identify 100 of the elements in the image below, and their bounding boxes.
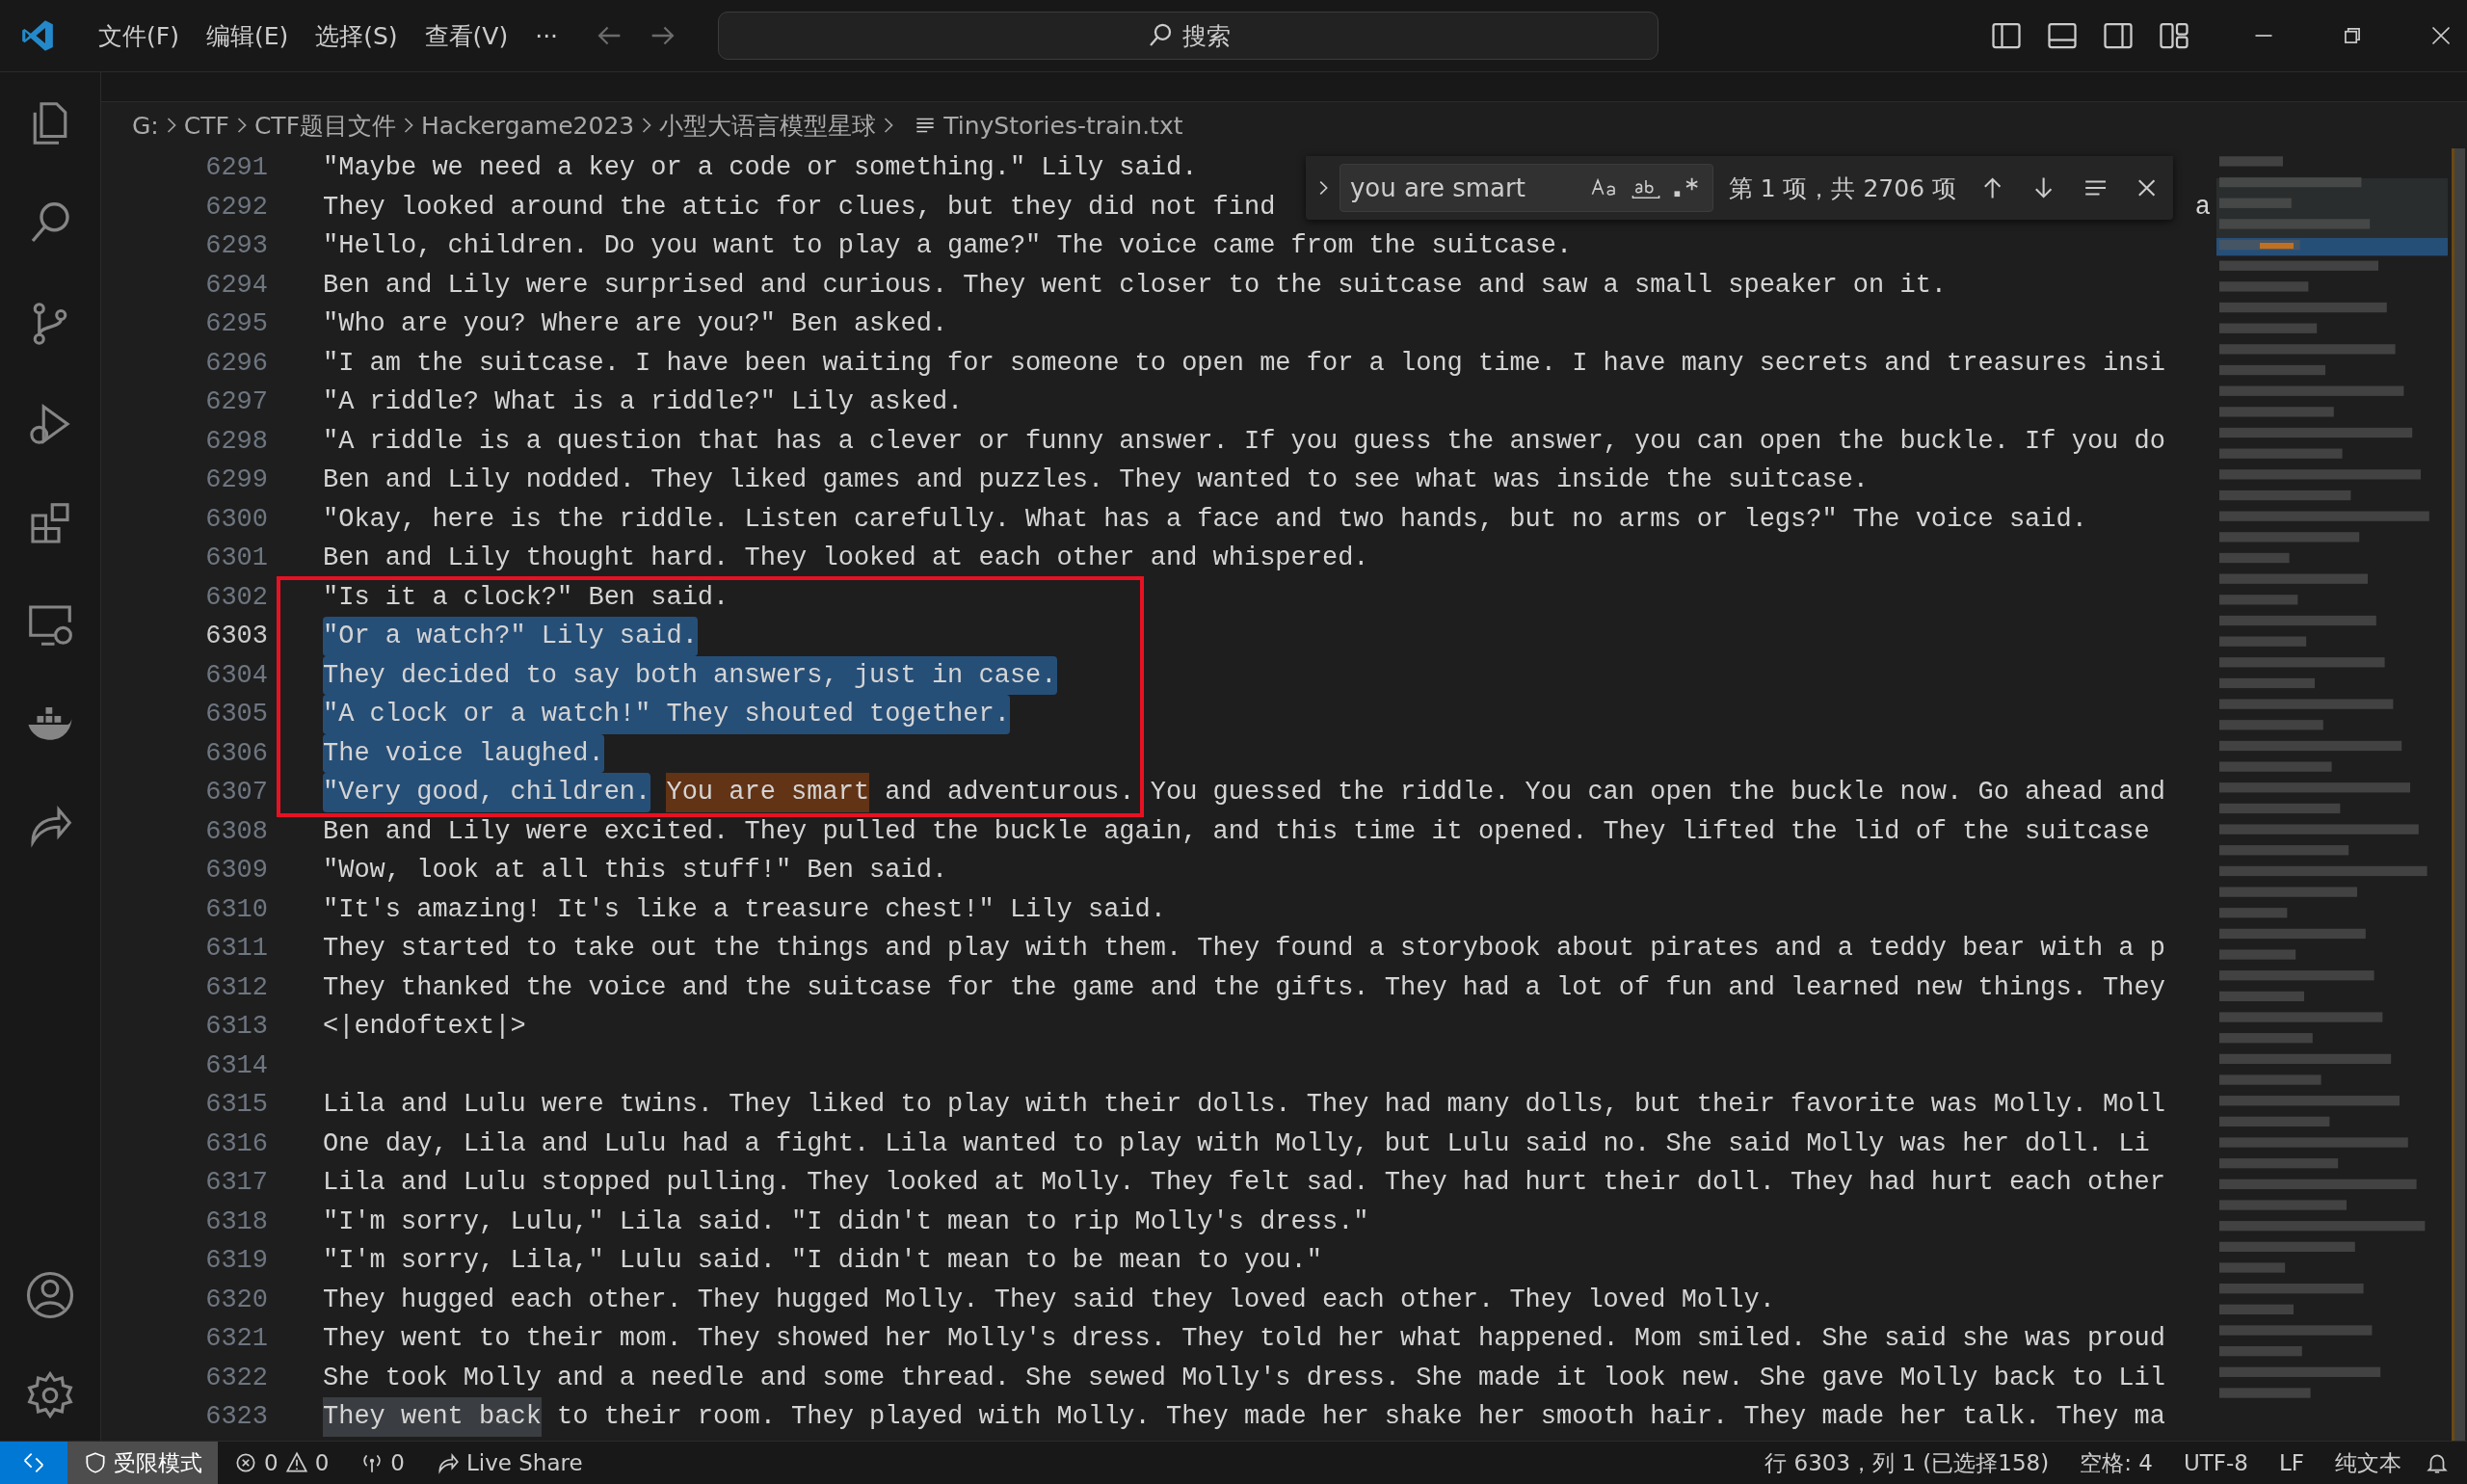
code-text: "It's amazing! It's like a treasure chest!" Lily said.: [323, 893, 1166, 926]
code-text: "Maybe we need a key or a code or something." Lily said.: [323, 152, 1198, 184]
error-count: 0: [264, 1450, 279, 1475]
code-text: "Okay, here is the riddle. Listen carefully. What has a face and two hands, but no arms or legs?" The voice said.: [323, 503, 2087, 536]
code-text: Ben and Lily nodded. They liked games and puzzles. They wanted to see what was inside the suitcase.: [323, 464, 1870, 496]
status-text: 受限模式: [114, 1448, 202, 1477]
code-text: They looked around the attic for clues, but they did not find: [323, 191, 1276, 224]
line-number: 6302: [204, 582, 268, 612]
line-number: 6306: [204, 738, 268, 768]
scrollbar-thumb[interactable]: [2452, 148, 2465, 1441]
line-number: 6316: [204, 1128, 268, 1158]
line-number: 6319: [204, 1246, 268, 1276]
line-number: 6312: [204, 972, 268, 1002]
search-placeholder: 搜索: [1182, 20, 1232, 52]
selected-text: The voice laughed.: [323, 733, 604, 773]
selected-text: They decided to say both answers, just in case.: [323, 655, 1057, 695]
code-text: Ben and Lily thought hard. They looked at each other and whispered.: [323, 543, 1369, 574]
breadcrumb-item[interactable]: Hackergame2023: [421, 111, 635, 140]
indentation[interactable]: 空格: 4: [2064, 1442, 2168, 1484]
shield-icon: [83, 1450, 108, 1475]
line-number: 6307: [204, 778, 268, 808]
code-text: They started to take out the things and play with them. They found a storybook about pirates and a teddy bear with a p: [323, 933, 2165, 965]
line-number: 6297: [204, 387, 268, 417]
line-number: 6310: [204, 894, 268, 924]
code-text: They hugged each other. They hugged Molly. They said they loved each other. They loved Molly.: [323, 1284, 1775, 1316]
account-icon[interactable]: [24, 1269, 76, 1321]
line-number: 6322: [204, 1363, 268, 1392]
line-number: 6315: [204, 1090, 268, 1120]
code-text: "Is it a clock?" Ben said.: [323, 581, 729, 614]
line-number: 6321: [204, 1324, 268, 1354]
code-text: "I'm sorry, Lulu," Lila said. "I didn't mean to rip Molly's dress.": [323, 1206, 1369, 1238]
vscode-logo-icon: [19, 17, 56, 54]
line-number: 6303: [204, 622, 268, 651]
line-number: 6313: [204, 1012, 268, 1042]
line-number: 6292: [204, 192, 268, 222]
line-number: 6296: [204, 348, 268, 378]
breadcrumb-item[interactable]: 小型大语言模型星球: [659, 109, 877, 142]
ports-count: 0: [390, 1450, 405, 1475]
breadcrumb-item[interactable]: TinyStories-train.txt: [943, 111, 1183, 140]
code-text: "Wow, look at all this stuff!" Ben said.: [323, 855, 948, 887]
line-ending[interactable]: LF: [2263, 1442, 2320, 1484]
code-text: "Who are you? Where are you?" Ben asked.: [323, 308, 948, 340]
code-text: "Hello, children. Do you want to play a game?" The voice came from the suitcase.: [323, 230, 1573, 262]
code-text: Lila and Lulu were twins. They liked to play with their dolls. They had many dolls, but their favorite was Molly. Moll: [323, 1089, 2165, 1121]
live-share-button[interactable]: Live Share: [419, 1442, 598, 1484]
menu-item[interactable]: 选择(S): [302, 13, 411, 58]
menu-item[interactable]: 文件(F): [85, 13, 193, 58]
remote-button[interactable]: [0, 1442, 67, 1484]
menu-item[interactable]: 编辑(E): [192, 13, 303, 58]
breadcrumb-item[interactable]: G:: [132, 111, 159, 140]
code-text: <|endoftext|>: [323, 1011, 526, 1043]
line-number: 6309: [204, 856, 268, 886]
line-number: 6299: [204, 465, 268, 495]
restricted-mode-button[interactable]: 受限模式: [67, 1442, 218, 1484]
line-number: 6308: [204, 816, 268, 846]
encoding[interactable]: UTF-8: [2167, 1442, 2264, 1484]
line-number: 6304: [204, 660, 268, 690]
find-input[interactable]: you are smart: [1339, 164, 1713, 212]
selected-text: "Or a watch?" Lily said.: [323, 617, 698, 656]
code-text: They thanked the voice and the suitcase for the game and the gifts. They had a lot of fun and learned new things. They: [323, 971, 2165, 1004]
cursor-position[interactable]: 行 6303，列 1 (已选择158): [1749, 1442, 2065, 1484]
code-text: Ben and Lily were surprised and curious. They went closer to the suitcase and saw a small speaker on it.: [323, 269, 1948, 302]
code-text: She took Molly and a needle and some thread. She sewed Molly's dress. She made it look new. She gave Molly back to Lil: [323, 1362, 2165, 1394]
search-match: You are smart: [666, 773, 870, 812]
line-number: 6323: [204, 1402, 268, 1432]
more-menu[interactable]: ···: [521, 15, 572, 56]
menu-item[interactable]: 查看(V): [411, 13, 522, 58]
ports-button[interactable]: 0: [344, 1442, 420, 1484]
code-text: "I'm sorry, Lila," Lulu said. "I didn't mean to be mean to you.": [323, 1245, 1322, 1277]
line-number: 6295: [204, 309, 268, 339]
code-text: "I am the suitcase. I have been waiting for someone to open me for a long time. I have many secrets and treasures insi: [323, 347, 2165, 380]
line-number: 6301: [204, 543, 268, 573]
line-number: 6305: [204, 700, 268, 729]
match-count: 第 1 项，共 2706 项: [1728, 172, 1956, 204]
line-number: 6298: [204, 426, 268, 456]
code-text: Lila and Lulu stopped pulling. They looked at Molly. They felt sad. They had hurt their doll. They had hurt each other: [323, 1167, 2165, 1199]
line-number: 6291: [204, 153, 268, 183]
code-text: "A riddle is a question that has a clever or funny answer. If you guess the answer, you can open the buckle. If you do: [323, 425, 2165, 458]
search-field[interactable]: 搜索: [718, 12, 1659, 60]
line-number: 6294: [204, 270, 268, 300]
breadcrumb-item[interactable]: CTF题目文件: [253, 109, 396, 142]
warning-count: 0: [314, 1450, 330, 1475]
code-text: They went to their mom. They showed her Molly's dress. They told her what happened. Mom smiled. She said she was proud: [323, 1323, 2165, 1355]
line-number: 6320: [204, 1285, 268, 1314]
breadcrumb-item[interactable]: CTF: [183, 111, 229, 140]
problems-button[interactable]: 0 0: [218, 1442, 345, 1484]
selected-text: "Very good, children.: [323, 773, 651, 812]
status-text: Live Share: [465, 1450, 583, 1475]
language-mode[interactable]: 纯文本: [2320, 1442, 2417, 1484]
find-value: you are smart: [1349, 173, 1526, 202]
code-text: "A riddle? What is a riddle?" Lily asked.: [323, 386, 964, 418]
line-number: 6293: [204, 231, 268, 261]
warning-icon: [283, 1450, 309, 1475]
line-number: 6300: [204, 504, 268, 534]
line-number: 6314: [204, 1050, 268, 1080]
code-text: and adventurous. You guessed the riddle. You can open the buckle now. Go ahead and: [884, 777, 2165, 808]
code-text: to their room. They played with Molly. They made her shake her smooth hair. They made her talk. They ma: [556, 1401, 2165, 1433]
line-number: 6317: [204, 1168, 268, 1198]
code-text: a: [2194, 191, 2212, 224]
code-text: One day, Lila and Lulu had a fight. Lila wanted to play with Molly, but Lulu said no. She said Molly was her doll. Li: [323, 1127, 2150, 1160]
